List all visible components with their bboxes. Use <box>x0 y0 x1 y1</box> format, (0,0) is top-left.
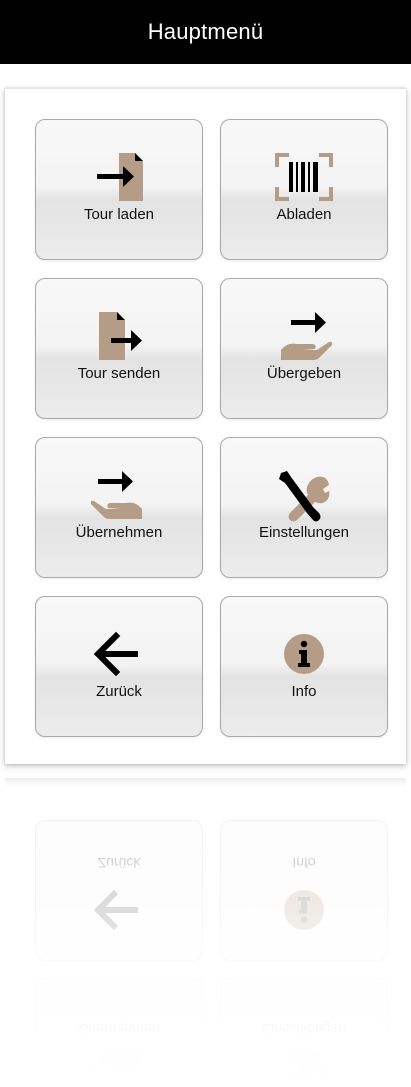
arrow-left-icon <box>36 623 202 685</box>
tile-label: Übernehmen <box>75 524 163 541</box>
uebergeben-button[interactable]: Übergeben <box>220 278 388 419</box>
tile-label: Info <box>291 683 317 700</box>
uebernehmen-button[interactable]: Übernehmen <box>35 437 203 578</box>
tile-label: Zurück <box>96 683 142 700</box>
reflected-tile: Info <box>220 820 388 961</box>
tile-label: Übergeben <box>266 365 342 382</box>
hand-receive-icon <box>36 464 202 526</box>
abladen-button[interactable]: Abladen <box>220 119 388 260</box>
menu-reflection: Zurück Info Übernehmen Einstellungen <box>0 770 411 1087</box>
tile-label: Abladen <box>276 206 332 223</box>
tile-label: Tour senden <box>77 365 161 382</box>
app-header: Hauptmenü <box>0 0 411 64</box>
reflected-tile: Übernehmen <box>35 978 203 1087</box>
hand-receive-icon <box>36 1045 202 1087</box>
reflected-label: Zurück <box>97 855 141 871</box>
tour-senden-button[interactable]: Tour senden <box>35 278 203 419</box>
reflected-label: Einstellungen <box>261 1021 347 1037</box>
tools-icon <box>221 1045 387 1087</box>
info-icon <box>221 623 387 685</box>
reflected-tile: Zurück <box>35 820 203 961</box>
divider <box>5 88 406 89</box>
hand-give-icon <box>221 305 387 367</box>
zurueck-button[interactable]: Zurück <box>35 596 203 737</box>
arrow-left-icon <box>36 879 202 941</box>
einstellungen-button[interactable]: Einstellungen <box>220 437 388 578</box>
main-menu-panel: Tour laden Abladen Tour senden Übergeben… <box>5 88 406 764</box>
barcode-scan-icon <box>221 146 387 208</box>
info-button[interactable]: Info <box>220 596 388 737</box>
tools-icon <box>221 464 387 526</box>
info-icon <box>221 879 387 941</box>
reflected-tile: Einstellungen <box>220 978 388 1087</box>
tile-label: Einstellungen <box>258 524 350 541</box>
document-export-icon <box>36 305 202 367</box>
reflected-label: Übernehmen <box>78 1021 160 1037</box>
reflected-label: Info <box>292 855 316 871</box>
tile-label: Tour laden <box>83 206 155 223</box>
tour-laden-button[interactable]: Tour laden <box>35 119 203 260</box>
document-import-icon <box>36 146 202 208</box>
page-title: Hauptmenü <box>147 19 264 44</box>
